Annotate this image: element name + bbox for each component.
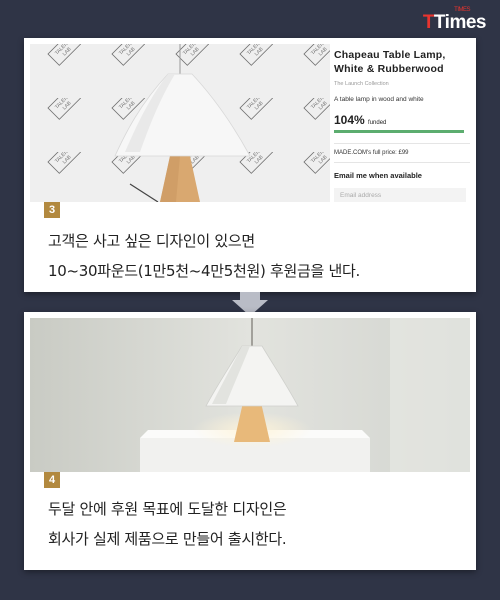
step-card-4: 4 두달 안에 후원 목표에 도달한 디자인은 회사가 실제 제품으로 만들어 …	[24, 312, 476, 570]
logo-text: Times	[433, 12, 487, 33]
lamp-photo-with-pattern: TALENT LAB	[30, 44, 330, 202]
divider	[334, 143, 470, 144]
product-title-line-2: White & Rubberwood	[334, 63, 444, 75]
step-number-badge: 3	[44, 202, 60, 218]
funding-progress-bar	[334, 130, 464, 133]
funded-percent: 104%	[334, 113, 365, 127]
funded-label: funded	[368, 120, 387, 126]
logo-superscript: TIMES	[454, 7, 470, 13]
product-collection: The Launch Collection	[334, 81, 389, 87]
lamp-product-photo	[30, 318, 470, 472]
product-description: A table lamp in wood and white	[334, 96, 424, 103]
step-number-badge: 4	[44, 472, 60, 488]
brand-logo: TTimes TIMES	[422, 7, 487, 34]
full-price: MADE.COM's full price: £99	[334, 150, 409, 156]
email-input[interactable]: Email address	[334, 188, 466, 202]
logo-t: T	[422, 12, 435, 33]
step-card-3: TALENT LAB Chapeau Table Lamp, White & R…	[24, 38, 476, 292]
divider	[334, 162, 470, 163]
caption-line-2: 10~30파운드(1만5천~4만5천원) 후원금을 낸다.	[48, 262, 360, 280]
email-notify-title: Email me when available	[334, 171, 422, 180]
caption-line-1: 고객은 사고 싶은 디자인이 있으면	[48, 232, 255, 250]
campaign-screenshot: TALENT LAB Chapeau Table Lamp, White & R…	[30, 44, 470, 202]
product-title: Chapeau Table Lamp, White & Rubberwood	[334, 48, 470, 76]
product-panel: Chapeau Table Lamp, White & Rubberwood T…	[330, 44, 470, 202]
product-title-line-1: Chapeau Table Lamp,	[334, 49, 446, 61]
funded-status: 104% funded	[334, 113, 470, 127]
caption-line-2: 회사가 실제 제품으로 만들어 출시한다.	[48, 530, 287, 548]
step-caption: 두달 안에 후원 목표에 도달한 디자인은 회사가 실제 제품으로 만들어 출시…	[48, 494, 287, 554]
caption-line-1: 두달 안에 후원 목표에 도달한 디자인은	[48, 500, 287, 518]
step-caption: 고객은 사고 싶은 디자인이 있으면 10~30파운드(1만5천~4만5천원) …	[48, 226, 360, 286]
